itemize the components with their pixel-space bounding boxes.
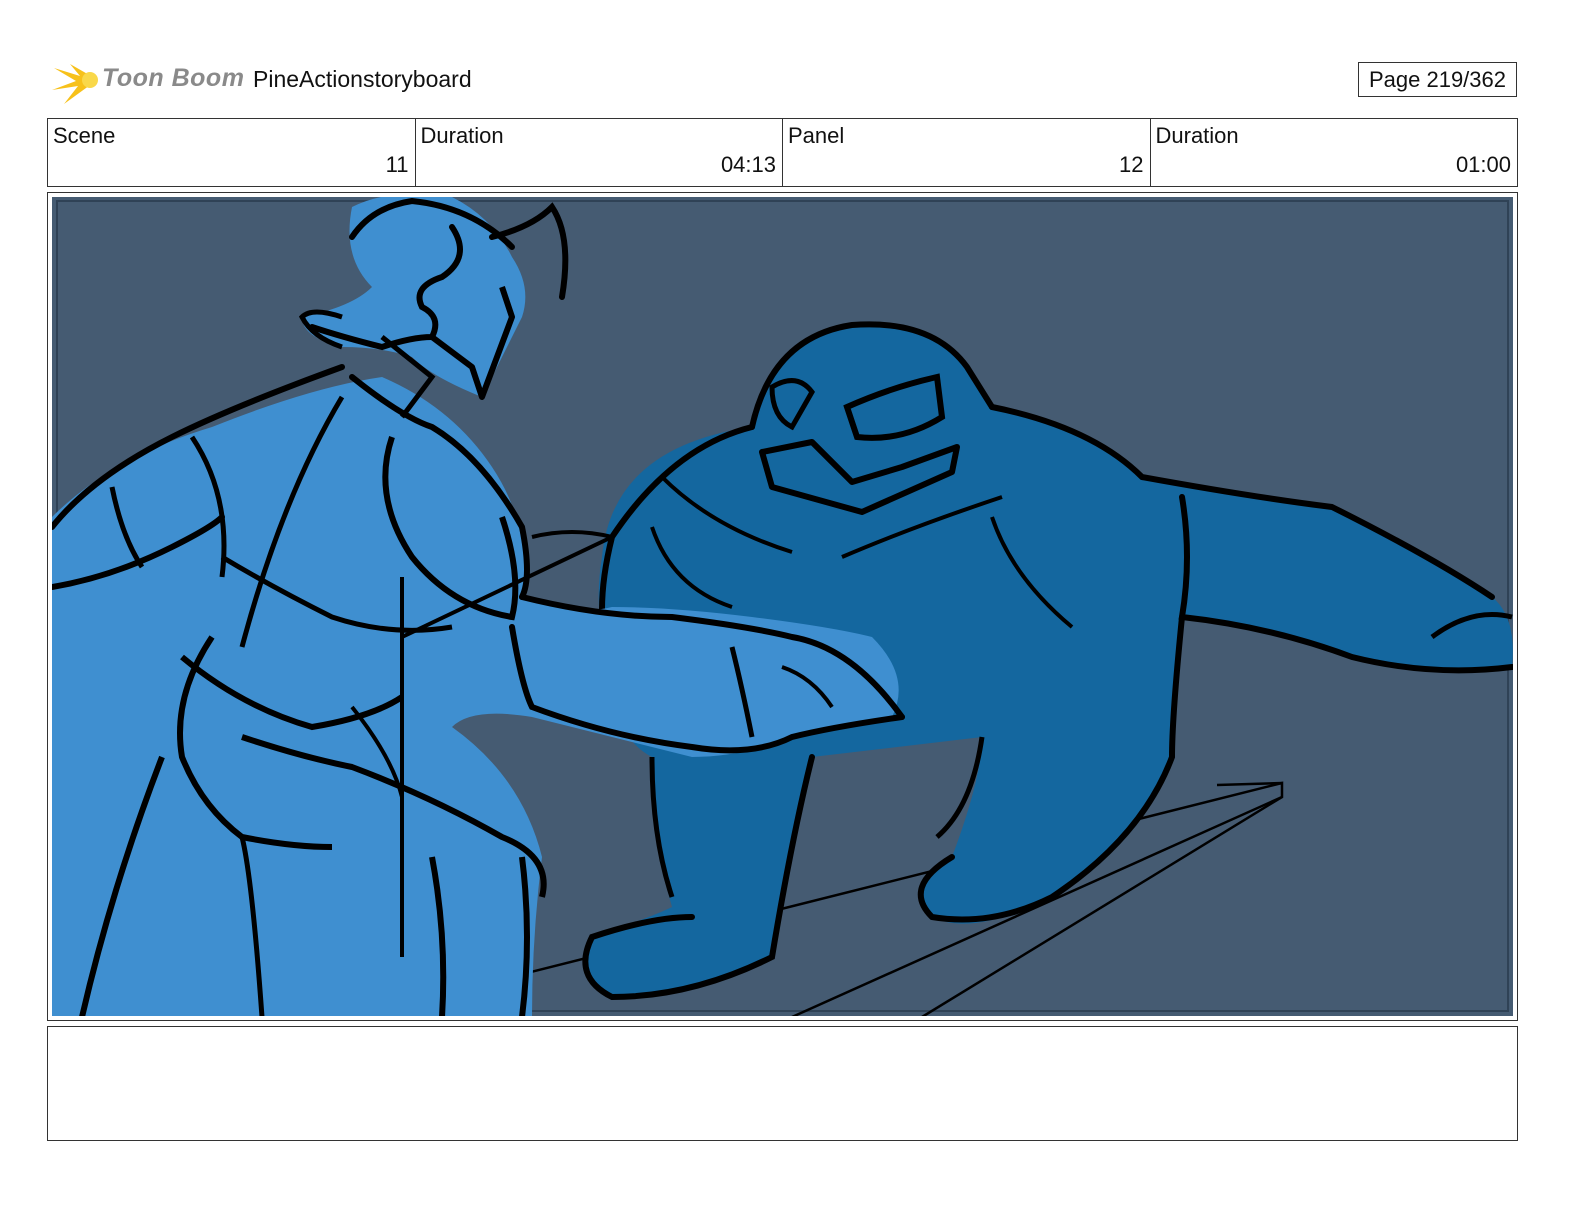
panel-sketch-image <box>52 197 1513 1016</box>
panel-duration-cell: Duration 01:00 <box>1151 119 1518 186</box>
scene-label: Scene <box>53 123 116 148</box>
scene-info-table: Scene 11 Duration 04:13 Panel 12 Duratio… <box>47 118 1518 187</box>
notes-area <box>47 1026 1518 1141</box>
panel-value: 12 <box>1119 152 1144 177</box>
sketch-illustration <box>52 197 1513 1016</box>
project-title: PineActionstoryboard <box>253 66 472 92</box>
panel-duration-label: Duration <box>1155 123 1239 148</box>
starburst-icon <box>52 64 98 104</box>
toon-boom-logo: Toon Boom <box>50 54 244 108</box>
scene-value: 11 <box>385 152 409 177</box>
storyboard-panel <box>47 192 1518 1021</box>
scene-duration-label: Duration <box>420 123 504 148</box>
panel-duration-value: 01:00 <box>1455 152 1511 177</box>
panel-label: Panel <box>788 123 845 148</box>
scene-cell: Scene 11 <box>48 119 416 186</box>
scene-duration-value: 04:13 <box>720 152 776 177</box>
panel-cell: Panel 12 <box>783 119 1151 186</box>
scene-duration-cell: Duration 04:13 <box>416 119 783 186</box>
page-counter: Page 219/362 <box>1358 62 1517 97</box>
logo-text: Toon Boom <box>102 64 245 92</box>
